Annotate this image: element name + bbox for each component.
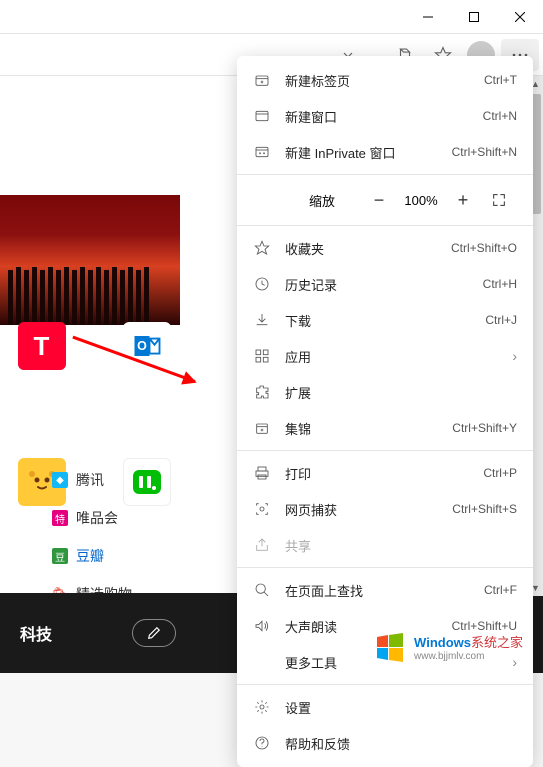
watermark-brand: Windows系统之家 <box>414 632 523 651</box>
edit-button[interactable] <box>132 619 176 647</box>
read-aloud-icon <box>253 617 271 635</box>
menu-find[interactable]: 在页面上查找 Ctrl+F <box>237 572 533 608</box>
menu-separator <box>237 174 533 175</box>
tile-label: 天猫 <box>14 376 69 393</box>
tmall-icon: T <box>18 322 66 370</box>
capture-icon <box>253 500 271 518</box>
close-button[interactable] <box>497 0 543 34</box>
text-links: ◆腾讯 特唯品会 豆豆瓣 🛍精选购物 <box>52 470 132 604</box>
menu-new-window[interactable]: 新建窗口 Ctrl+N <box>237 98 533 134</box>
tile-label: Outlook邮箱 <box>119 376 174 410</box>
menu-separator <box>237 684 533 685</box>
hero-image <box>0 195 180 325</box>
new-tab-icon <box>253 71 271 89</box>
zoom-out-button[interactable]: − <box>361 185 397 215</box>
menu-separator <box>237 225 533 226</box>
menu-help[interactable]: 帮助和反馈 <box>237 725 533 761</box>
minimize-button[interactable] <box>405 0 451 34</box>
help-icon <box>253 734 271 752</box>
windows-logo-icon <box>374 631 406 663</box>
window-titlebar <box>0 0 543 34</box>
menu-downloads[interactable]: 下载 Ctrl+J <box>237 302 533 338</box>
tencent-icon: ◆ <box>52 472 68 488</box>
menu-new-tab[interactable]: 新建标签页 Ctrl+T <box>237 62 533 98</box>
menu-settings[interactable]: 设置 <box>237 689 533 725</box>
tile-outlook[interactable]: O Outlook邮箱 <box>119 322 174 410</box>
chevron-right-icon: › <box>512 348 517 364</box>
link-tencent[interactable]: ◆腾讯 <box>52 470 132 490</box>
menu-collections[interactable]: 集锦 Ctrl+Shift+Y <box>237 410 533 446</box>
menu-extensions[interactable]: 扩展 <box>237 374 533 410</box>
link-vip[interactable]: 特唯品会 <box>52 508 132 528</box>
search-icon <box>253 581 271 599</box>
menu-zoom-row: 缩放 − 100% + <box>237 179 533 221</box>
extensions-icon <box>253 383 271 401</box>
category-tech[interactable]: 科技 <box>20 621 52 645</box>
menu-separator <box>237 567 533 568</box>
new-window-icon <box>253 107 271 125</box>
maximize-button[interactable] <box>451 0 497 34</box>
svg-text:O: O <box>137 339 147 353</box>
menu-favorites[interactable]: 收藏夹 Ctrl+Shift+O <box>237 230 533 266</box>
tile-tmall[interactable]: T 天猫 <box>14 322 69 410</box>
vip-icon: 特 <box>52 510 68 526</box>
menu-capture[interactable]: 网页捕获 Ctrl+Shift+S <box>237 491 533 527</box>
fullscreen-button[interactable] <box>481 185 517 215</box>
douban-icon: 豆 <box>52 548 68 564</box>
menu-print[interactable]: 打印 Ctrl+P <box>237 455 533 491</box>
menu-history[interactable]: 历史记录 Ctrl+H <box>237 266 533 302</box>
zoom-value: 100% <box>397 193 445 208</box>
print-icon <box>253 464 271 482</box>
share-icon <box>253 536 271 554</box>
blank-icon <box>253 653 271 671</box>
watermark-url: www.bjjmlv.com <box>414 651 523 662</box>
star-icon <box>253 239 271 257</box>
menu-share: 共享 <box>237 527 533 563</box>
download-icon <box>253 311 271 329</box>
apps-icon <box>253 347 271 365</box>
watermark: Windows系统之家 www.bjjmlv.com <box>374 631 523 663</box>
gear-icon <box>253 698 271 716</box>
link-douban[interactable]: 豆豆瓣 <box>52 546 132 566</box>
collections-icon <box>253 419 271 437</box>
menu-separator <box>237 450 533 451</box>
zoom-in-button[interactable]: + <box>445 185 481 215</box>
inprivate-icon <box>253 143 271 161</box>
history-icon <box>253 275 271 293</box>
menu-apps[interactable]: 应用 › <box>237 338 533 374</box>
menu-new-inprivate[interactable]: 新建 InPrivate 窗口 Ctrl+Shift+N <box>237 134 533 170</box>
